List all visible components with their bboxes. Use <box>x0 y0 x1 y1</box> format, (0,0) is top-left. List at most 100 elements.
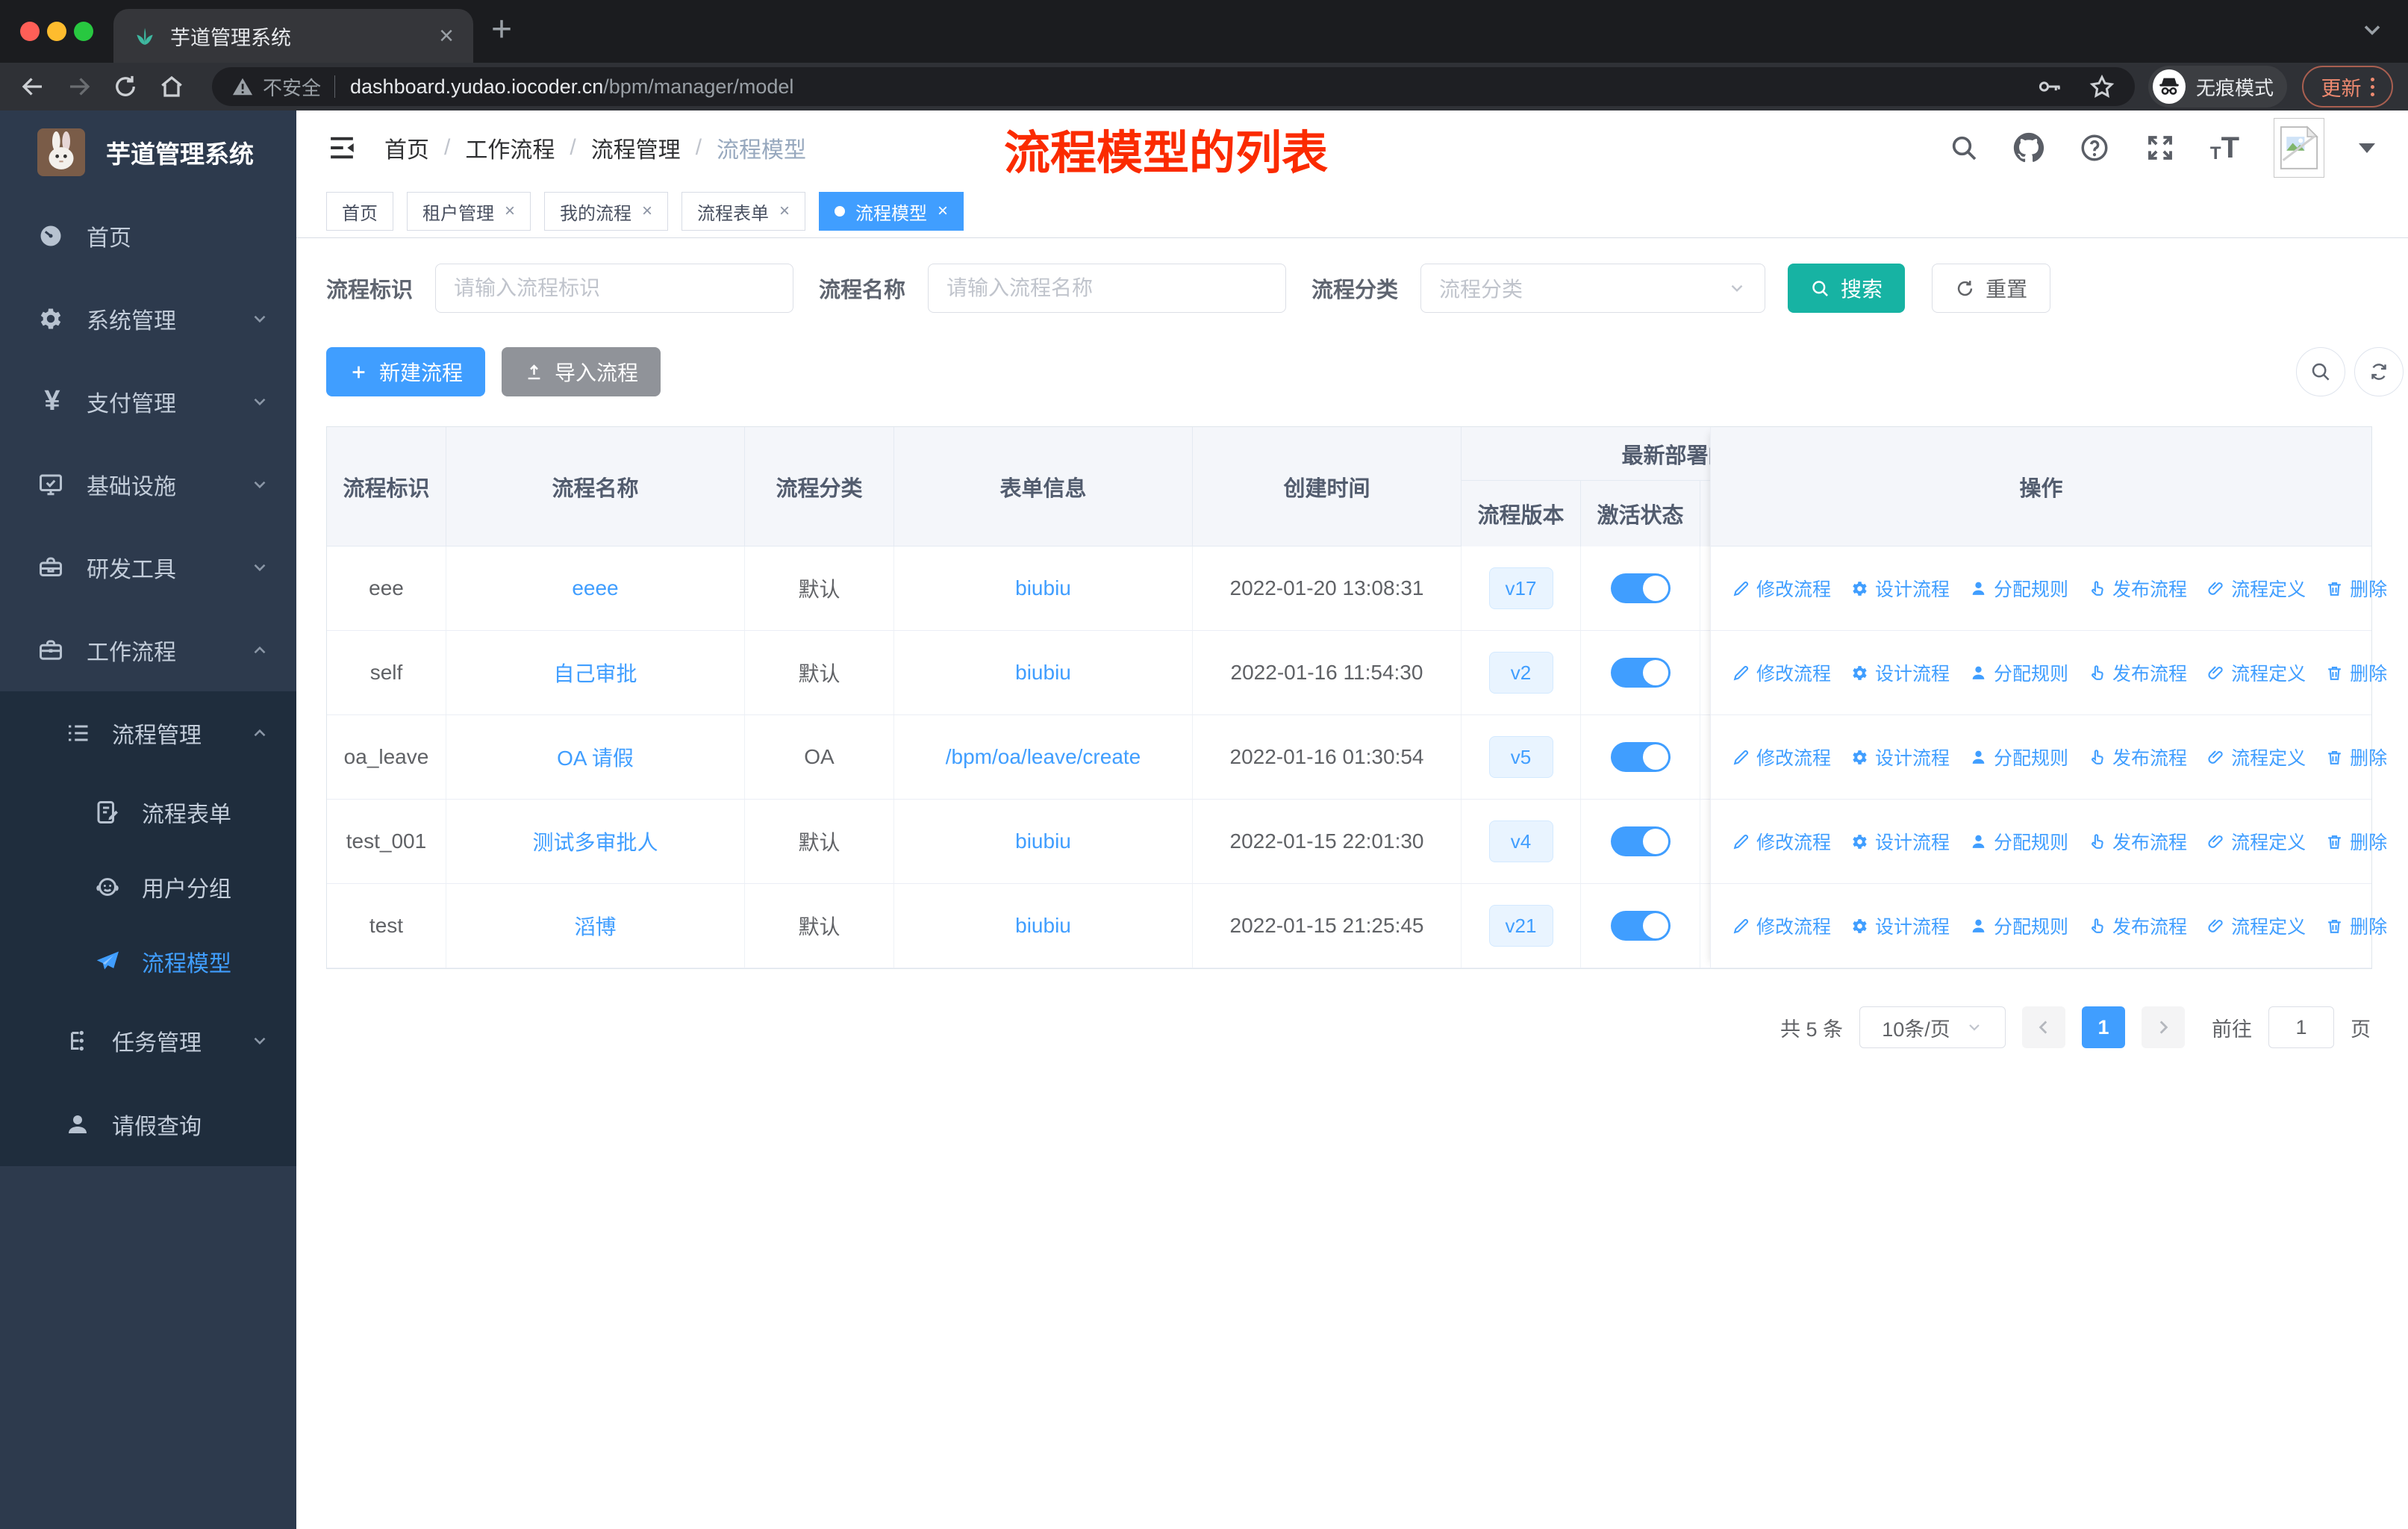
sidebar-item-payment[interactable]: ¥ 支付管理 <box>0 360 296 443</box>
edit-process-link[interactable]: 修改流程 <box>1732 575 1831 602</box>
sidebar-item-process-model[interactable]: 流程模型 <box>0 924 296 999</box>
active-status-toggle[interactable] <box>1610 573 1671 603</box>
breadcrumb-process-management[interactable]: 流程管理 <box>591 131 681 164</box>
import-process-button[interactable]: 导入流程 <box>502 347 661 396</box>
design-process-link[interactable]: 设计流程 <box>1850 659 1950 686</box>
process-name-link[interactable]: eeee <box>572 576 618 600</box>
avatar-broken-image[interactable] <box>2274 118 2324 178</box>
address-bar[interactable]: 不安全 dashboard.yudao.iocoder.cn /bpm/mana… <box>212 67 2135 106</box>
design-process-link[interactable]: 设计流程 <box>1850 744 1950 770</box>
fullscreen-icon[interactable] <box>2145 132 2176 164</box>
reset-button[interactable]: 重置 <box>1932 264 2051 313</box>
font-size-icon[interactable]: TT <box>2210 133 2239 163</box>
assign-rule-link[interactable]: 分配规则 <box>1969 659 2068 686</box>
tag-process-form[interactable]: 流程表单 × <box>681 192 806 231</box>
browser-update-button[interactable]: 更新 <box>2302 66 2393 108</box>
password-key-icon[interactable] <box>2036 73 2063 100</box>
sidebar-item-user-group[interactable]: 用户分组 <box>0 850 296 924</box>
publish-process-link[interactable]: 发布流程 <box>2088 744 2187 770</box>
security-label[interactable]: 不安全 <box>263 73 321 101</box>
active-status-toggle[interactable] <box>1610 742 1671 772</box>
category-select[interactable]: 流程分类 <box>1420 264 1766 313</box>
sidebar-item-infrastructure[interactable]: 基础设施 <box>0 443 296 526</box>
next-page-button[interactable] <box>2142 1006 2185 1048</box>
sidebar-item-task-management[interactable]: 任务管理 <box>0 999 296 1083</box>
avatar-caret-icon[interactable] <box>2359 143 2375 153</box>
home-icon[interactable] <box>158 73 185 100</box>
edit-process-link[interactable]: 修改流程 <box>1732 744 1831 770</box>
help-icon[interactable] <box>2079 132 2110 164</box>
design-process-link[interactable]: 设计流程 <box>1850 828 1950 855</box>
browser-menu-icon[interactable] <box>2370 77 2374 96</box>
edit-process-link[interactable]: 修改流程 <box>1732 659 1831 686</box>
sidebar-item-system[interactable]: 系统管理 <box>0 277 296 360</box>
browser-tab[interactable]: 芋道管理系统 × <box>113 9 473 63</box>
publish-process-link[interactable]: 发布流程 <box>2088 912 2187 939</box>
tag-close-icon[interactable]: × <box>938 202 948 220</box>
hide-search-button[interactable] <box>2296 347 2345 396</box>
publish-process-link[interactable]: 发布流程 <box>2088 828 2187 855</box>
reload-icon[interactable] <box>112 73 139 100</box>
prev-page-button[interactable] <box>2022 1006 2065 1048</box>
active-status-toggle[interactable] <box>1610 911 1671 941</box>
tag-close-icon[interactable]: × <box>779 202 790 220</box>
process-definition-link[interactable]: 流程定义 <box>2206 575 2306 602</box>
sidebar-item-leave-query[interactable]: 请假查询 <box>0 1083 296 1166</box>
delete-process-link[interactable]: 删除 <box>2325 744 2387 770</box>
delete-process-link[interactable]: 删除 <box>2325 575 2387 602</box>
goto-page-input[interactable] <box>2268 1006 2334 1048</box>
tag-tenant[interactable]: 租户管理 × <box>407 192 531 231</box>
tag-close-icon[interactable]: × <box>642 202 652 220</box>
form-info-link[interactable]: biubiu <box>1015 829 1071 853</box>
tag-home[interactable]: 首页 <box>326 192 393 231</box>
update-label[interactable]: 更新 <box>2321 72 2362 102</box>
assign-rule-link[interactable]: 分配规则 <box>1969 744 2068 770</box>
forward-icon[interactable] <box>66 73 93 100</box>
process-key-input[interactable] <box>435 264 794 313</box>
new-tab-button[interactable]: + <box>491 9 512 50</box>
assign-rule-link[interactable]: 分配规则 <box>1969 828 2068 855</box>
edit-process-link[interactable]: 修改流程 <box>1732 828 1831 855</box>
tab-close-icon[interactable]: × <box>439 23 454 49</box>
process-name-link[interactable]: 自己审批 <box>553 658 637 688</box>
tag-my-process[interactable]: 我的流程 × <box>544 192 669 231</box>
assign-rule-link[interactable]: 分配规则 <box>1969 575 2068 602</box>
macos-zoom-button[interactable] <box>74 22 93 41</box>
tag-process-model[interactable]: 流程模型 × <box>819 192 964 231</box>
edit-process-link[interactable]: 修改流程 <box>1732 912 1831 939</box>
process-name-link[interactable]: 滔博 <box>574 911 616 941</box>
breadcrumb-home[interactable]: 首页 <box>384 131 429 164</box>
sidebar-item-process-management[interactable]: 流程管理 <box>0 691 296 775</box>
form-info-link[interactable]: biubiu <box>1015 914 1071 938</box>
process-name-input[interactable] <box>928 264 1287 313</box>
page-size-select[interactable]: 10条/页 <box>1859 1006 2006 1048</box>
search-button[interactable]: 搜索 <box>1788 264 1906 313</box>
active-status-toggle[interactable] <box>1610 826 1671 856</box>
back-icon[interactable] <box>19 73 46 100</box>
form-info-link[interactable]: biubiu <box>1015 661 1071 685</box>
tab-search-chevron-icon[interactable] <box>2359 16 2386 43</box>
process-definition-link[interactable]: 流程定义 <box>2206 828 2306 855</box>
process-definition-link[interactable]: 流程定义 <box>2206 659 2306 686</box>
macos-minimize-button[interactable] <box>47 22 66 41</box>
sidebar-item-devtools[interactable]: 研发工具 <box>0 526 296 608</box>
delete-process-link[interactable]: 删除 <box>2325 828 2387 855</box>
design-process-link[interactable]: 设计流程 <box>1850 912 1950 939</box>
macos-close-button[interactable] <box>20 22 40 41</box>
breadcrumb-workflow[interactable]: 工作流程 <box>465 131 555 164</box>
current-page-button[interactable]: 1 <box>2082 1006 2125 1048</box>
assign-rule-link[interactable]: 分配规则 <box>1969 912 2068 939</box>
process-name-link[interactable]: 测试多审批人 <box>532 826 658 856</box>
publish-process-link[interactable]: 发布流程 <box>2088 575 2187 602</box>
process-name-link[interactable]: OA 请假 <box>557 742 634 772</box>
publish-process-link[interactable]: 发布流程 <box>2088 659 2187 686</box>
bookmark-star-icon[interactable] <box>2089 73 2115 100</box>
refresh-table-button[interactable] <box>2354 347 2404 396</box>
form-info-link[interactable]: biubiu <box>1015 576 1071 600</box>
form-info-link[interactable]: /bpm/oa/leave/create <box>946 745 1141 769</box>
delete-process-link[interactable]: 删除 <box>2325 659 2387 686</box>
delete-process-link[interactable]: 删除 <box>2325 912 2387 939</box>
process-definition-link[interactable]: 流程定义 <box>2206 912 2306 939</box>
sidebar-collapse-icon[interactable] <box>326 132 358 164</box>
sidebar-item-home[interactable]: 首页 <box>0 194 296 277</box>
